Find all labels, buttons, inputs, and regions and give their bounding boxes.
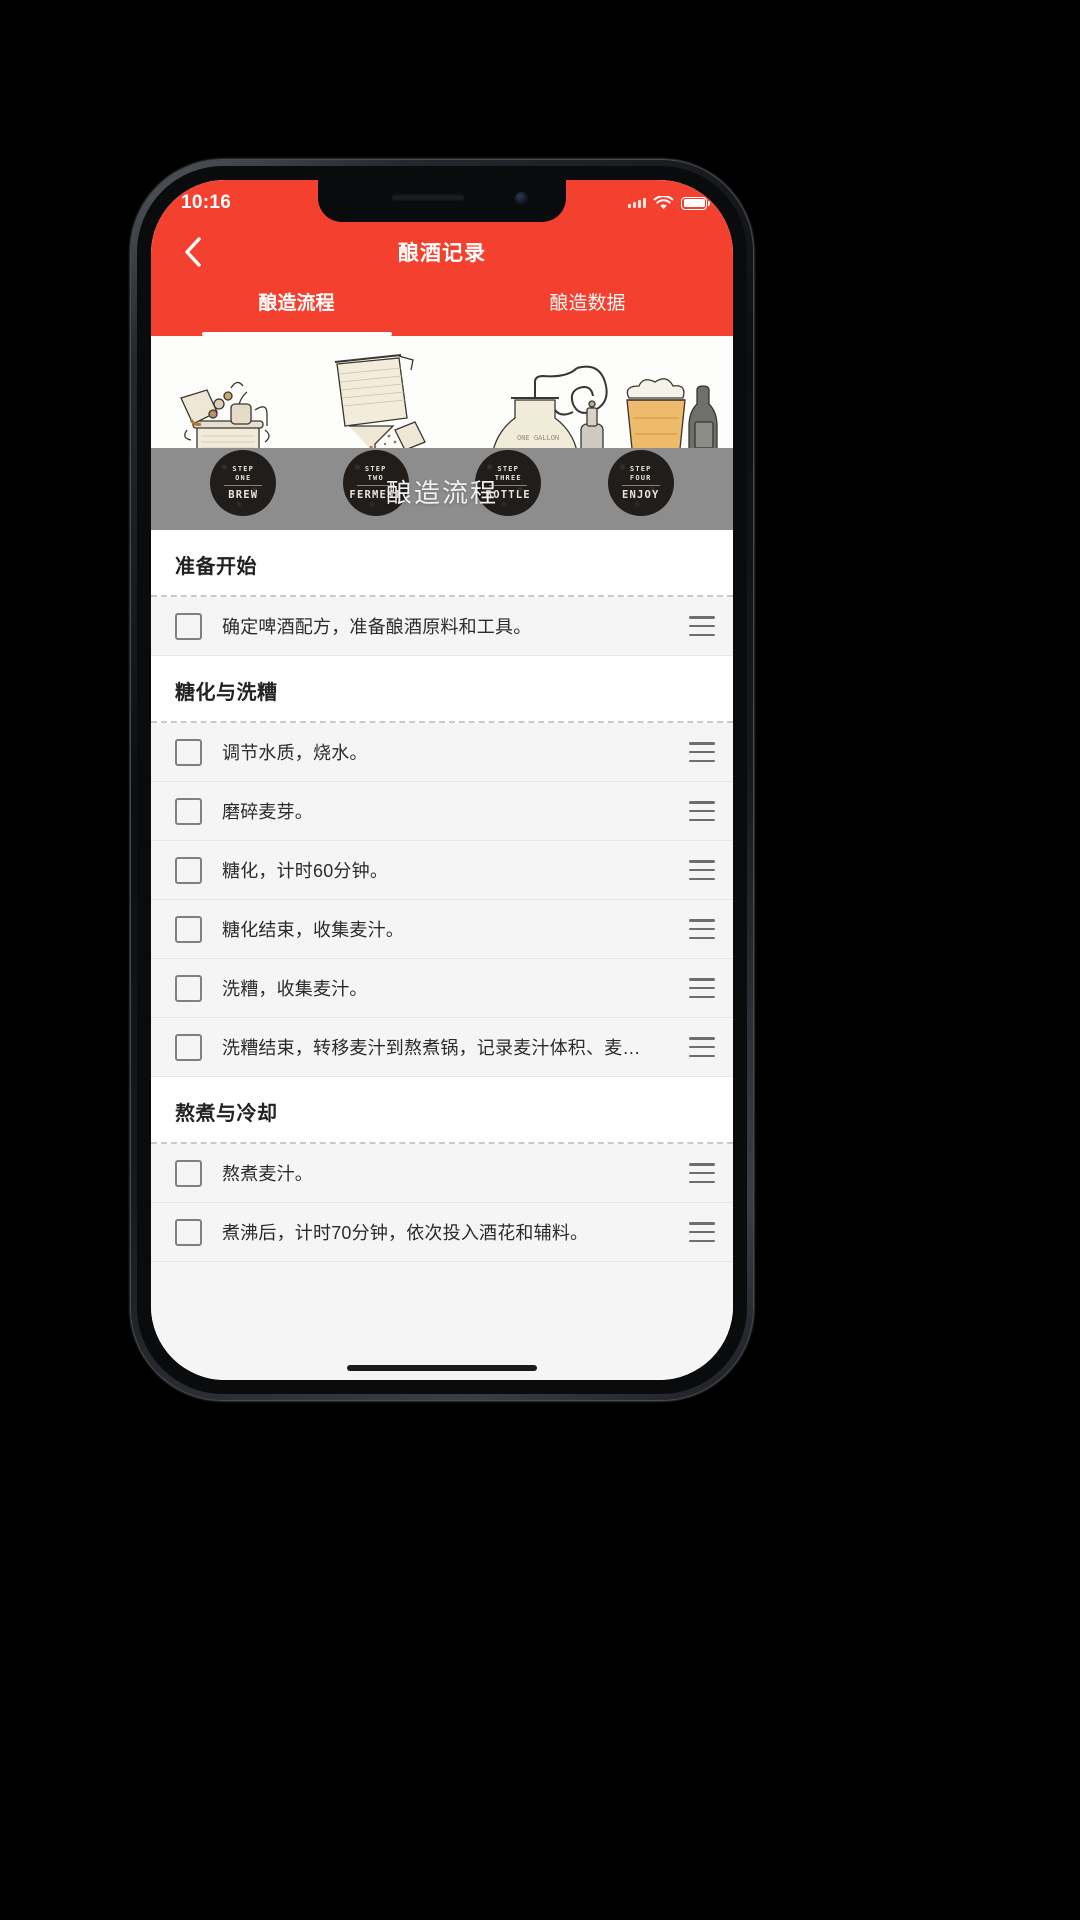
step-badge-name: FERMENT (349, 488, 403, 501)
checklist-row-label: 熬煮麦汁。 (222, 1164, 313, 1184)
drag-handle-icon[interactable] (689, 978, 715, 998)
step-badge-step-line1: STEP (629, 465, 652, 474)
signal-bars-icon (628, 198, 646, 208)
drag-handle-icon[interactable] (689, 1037, 715, 1057)
drag-handle-icon[interactable] (689, 1222, 715, 1242)
drag-handle-icon[interactable] (689, 616, 715, 636)
step-badge-step-line2: FOUR (629, 473, 652, 482)
phone-screen: 10:16 酿酒记录 酿造流程 酿造数据 ONE GALLON STEP ONE… (151, 180, 733, 1380)
tab-brewing-process[interactable]: 酿造流程 (151, 282, 442, 336)
step-badge-ferment: STEP TWO FERMENT (342, 450, 409, 516)
drag-handle-icon[interactable] (689, 860, 715, 880)
checkbox-icon[interactable] (175, 738, 202, 766)
tab-brewing-data[interactable]: 酿造数据 (442, 282, 733, 336)
checkbox-icon[interactable] (175, 612, 202, 640)
step-badge-name: BREW (228, 488, 259, 501)
step-badge-step-line1: STEP (364, 465, 387, 474)
drag-handle-icon[interactable] (689, 801, 715, 821)
checklist-row-label: 糖化结束，收集麦汁。 (222, 920, 404, 940)
step-badge-enjoy: STEP FOUR ENJOY (607, 450, 674, 516)
checklist-row-label: 煮沸后，计时70分钟，依次投入酒花和辅料。 (222, 1223, 589, 1243)
step-badge-name: BOTTLE (485, 488, 531, 501)
status-time: 10:16 (181, 191, 232, 213)
checklist-row[interactable]: 糖化结束，收集麦汁。 (151, 900, 733, 959)
checklist-row[interactable]: 糖化，计时60分钟。 (151, 841, 733, 900)
checklist-row[interactable]: 调节水质，烧水。 (151, 723, 733, 782)
checkbox-icon[interactable] (175, 974, 202, 1002)
section-header: 熬煮与冷却 (151, 1077, 733, 1144)
checklist-row[interactable]: 洗糟结束，转移麦汁到熬煮锅，记录麦汁体积、麦… (151, 1018, 733, 1077)
drag-handle-icon[interactable] (689, 742, 715, 762)
checklist-row-label: 糖化，计时60分钟。 (222, 861, 389, 881)
checklist-row-label: 确定啤酒配方，准备酿酒原料和工具。 (222, 617, 532, 637)
status-indicators (628, 195, 710, 211)
checkbox-icon[interactable] (175, 1033, 202, 1061)
step-badge-step-line2: THREE (494, 473, 522, 482)
front-camera-icon (515, 192, 528, 205)
back-button[interactable] (171, 230, 215, 274)
home-indicator[interactable] (347, 1365, 537, 1371)
checklist-row[interactable]: 确定啤酒配方，准备酿酒原料和工具。 (151, 597, 733, 656)
navigation-bar: 酿酒记录 (151, 222, 733, 282)
svg-text:ONE GALLON: ONE GALLON (517, 434, 559, 442)
checkbox-icon[interactable] (175, 797, 202, 825)
step-badge-step-line2: ONE (235, 473, 252, 482)
checklist-row-label: 磨碎麦芽。 (222, 802, 313, 822)
checkbox-icon[interactable] (175, 1218, 202, 1246)
step-badge-row: STEP ONE BREW STEP TWO FERMENT STEP THRE… (151, 450, 733, 516)
checklist-row-label: 洗糟，收集麦汁。 (222, 979, 368, 999)
earpiece-speaker-icon (391, 194, 465, 201)
phone-frame: 10:16 酿酒记录 酿造流程 酿造数据 ONE GALLON STEP ONE… (131, 160, 753, 1400)
chevron-left-icon (185, 237, 201, 267)
checklist-row[interactable]: 熬煮麦汁。 (151, 1144, 733, 1203)
app-root: 10:16 酿酒记录 酿造流程 酿造数据 ONE GALLON STEP ONE… (151, 180, 733, 1380)
battery-icon (681, 196, 710, 210)
page-title: 酿酒记录 (398, 242, 486, 265)
section-header: 糖化与洗糟 (151, 656, 733, 723)
checklist-row-label: 调节水质，烧水。 (222, 743, 368, 763)
step-badge-brew: STEP ONE BREW (210, 450, 277, 516)
device-notch (318, 180, 566, 222)
brewing-checklist[interactable]: 准备开始确定啤酒配方，准备酿酒原料和工具。糖化与洗糟调节水质，烧水。 磨碎麦芽。糖… (151, 530, 733, 1380)
checkbox-icon[interactable] (175, 856, 202, 884)
tab-label: 酿造流程 (258, 293, 335, 314)
tab-bar: 酿造流程 酿造数据 (151, 282, 733, 336)
checklist-row[interactable]: 磨碎麦芽。 (151, 782, 733, 841)
checkbox-icon[interactable] (175, 915, 202, 943)
checklist-row[interactable]: 煮沸后，计时70分钟，依次投入酒花和辅料。 (151, 1203, 733, 1262)
checklist-row[interactable]: 洗糟，收集麦汁。 (151, 959, 733, 1018)
checklist-row-label: 洗糟结束，转移麦汁到熬煮锅，记录麦汁体积、麦… (222, 1038, 641, 1058)
drag-handle-icon[interactable] (689, 1163, 715, 1183)
step-badge-name: ENJOY (621, 488, 660, 501)
screenshot-canvas: 10:16 酿酒记录 酿造流程 酿造数据 ONE GALLON STEP ONE… (0, 0, 1080, 1920)
phone-bezel: 10:16 酿酒记录 酿造流程 酿造数据 ONE GALLON STEP ONE… (137, 166, 747, 1394)
section-header: 准备开始 (151, 530, 733, 597)
drag-handle-icon[interactable] (689, 919, 715, 939)
tab-label: 酿造数据 (549, 293, 626, 314)
step-badge-step-line2: TWO (367, 473, 384, 482)
checkbox-icon[interactable] (175, 1159, 202, 1187)
step-badge-step-line1: STEP (497, 465, 520, 474)
wifi-icon (653, 195, 674, 209)
step-badge-step-line1: STEP (232, 465, 255, 474)
hero-banner[interactable]: ONE GALLON STEP ONE BREW STEP TWO FERMEN… (151, 336, 733, 530)
step-badge-bottle: STEP THREE BOTTLE (475, 450, 542, 516)
